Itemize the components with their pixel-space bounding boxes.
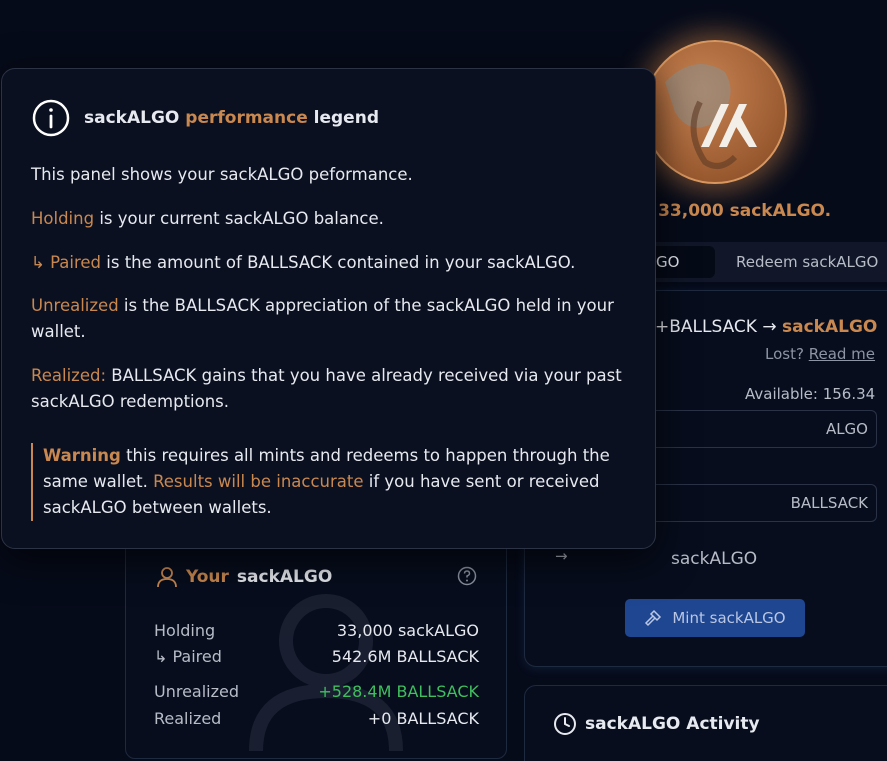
legend-intro: This panel shows your sackALGO peformanc…: [31, 165, 413, 184]
info-icon: [32, 99, 70, 137]
card-title: Your sackALGO: [156, 566, 332, 588]
read-me-link[interactable]: Read me: [809, 345, 875, 363]
help-icon[interactable]: [457, 566, 477, 586]
hammer-icon: [645, 609, 662, 627]
ballsack-input[interactable]: BALLSACK: [640, 484, 877, 522]
tab-redeem[interactable]: Redeem sackALGO: [736, 253, 878, 271]
your-sackalgo-card: Your sackALGO Holding 33,000 sackALGO ↳ Pa…: [125, 530, 507, 759]
holding-row: Holding 33,000 sackALGO: [154, 621, 479, 640]
unrealized-row: Unrealized +528.4M BALLSACK: [154, 682, 479, 701]
realized-row: Realized +0 BALLSACK: [154, 709, 479, 728]
available-balance: Available: 156.34: [745, 385, 876, 403]
legend-holding: Holding is your current sackALGO balance…: [31, 209, 384, 228]
clock-icon: [554, 713, 576, 735]
mint-button[interactable]: Mint sackALGO: [625, 599, 805, 637]
legend-warning: Warning this requires all mints and rede…: [31, 443, 621, 521]
legend-title: sackALGO performance legend: [32, 99, 379, 137]
legend-paired: ↳ Paired is the amount of BALLSACK conta…: [31, 253, 576, 272]
legend-realized: Realized: BALLSACK gains that you have a…: [31, 366, 622, 411]
user-icon: [157, 567, 177, 588]
algo-input[interactable]: ALGO: [640, 410, 877, 448]
holding-headline: d 33,000 sackALGO.: [640, 201, 832, 221]
algo-logo-icon: [665, 64, 757, 169]
lost-help: Lost? Read me: [765, 345, 876, 363]
activity-title: sackALGO Activity: [553, 712, 760, 736]
sackalgo-logo: [643, 40, 787, 184]
legend-unrealized: Unrealized is the BALLSACK appreciation …: [31, 296, 614, 341]
paired-row: ↳ Paired 542.6M BALLSACK: [154, 647, 479, 666]
output-unit: sackALGO: [671, 549, 758, 569]
mint-title: +BALLSACK → sackALGO: [655, 317, 878, 337]
output-arrow-icon: →: [555, 547, 568, 565]
performance-legend-popover: sackALGO performance legend This panel s…: [1, 68, 656, 549]
